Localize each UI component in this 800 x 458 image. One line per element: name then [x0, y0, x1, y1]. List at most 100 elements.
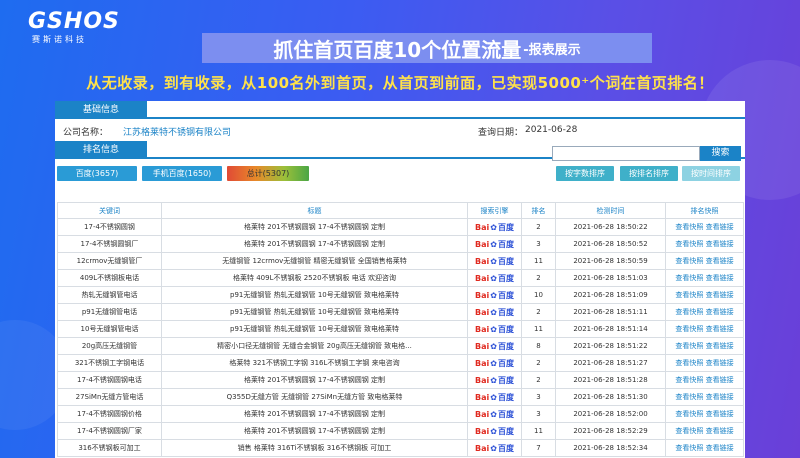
view-snapshot-link[interactable]: 查看快照: [675, 291, 703, 299]
rank-cell: 11: [521, 422, 556, 440]
header-snapshot[interactable]: 排名快照: [665, 202, 744, 219]
view-link-link[interactable]: 查看链接: [706, 223, 734, 231]
title-cell: 格莱特 201不锈钢圆钢 17-4不锈钢圆钢 定制: [161, 371, 468, 389]
time-cell: 2021-06-28 18:51:14: [555, 320, 666, 338]
view-link-link[interactable]: 查看链接: [706, 410, 734, 418]
view-link-link[interactable]: 查看链接: [706, 325, 734, 333]
header-rank[interactable]: 排名: [521, 202, 556, 219]
view-link-link[interactable]: 查看链接: [706, 427, 734, 435]
title-banner: 抓住首页百度10个位置流量 -报表展示: [202, 33, 652, 63]
snapshot-cell: 查看快照 查看链接: [665, 269, 744, 287]
table-row: 321不锈钢工字钢电话 格莱特 321不锈钢工字钢 316L不锈钢工字钢 来电咨询…: [57, 354, 744, 372]
baidu-logo-icon: Bai ✿ 百度: [475, 256, 514, 266]
view-snapshot-link[interactable]: 查看快照: [675, 393, 703, 401]
banner-subtitle: -报表展示: [523, 42, 581, 58]
view-snapshot-link[interactable]: 查看快照: [675, 308, 703, 316]
table-row: 10号无缝钢管电话 p91无缝钢管 热轧无缝钢管 10号无缝钢管 致电格莱特 Bai…: [57, 320, 744, 338]
engine-cell: Bai ✿ 百度: [467, 269, 522, 287]
view-link-link[interactable]: 查看链接: [706, 444, 734, 452]
keyword-cell: 316不锈钢板可加工: [57, 439, 162, 457]
banner-title: 抓住首页百度10个位置流量: [273, 37, 522, 62]
keyword-cell: 17-4不锈钢圆钢价格: [57, 405, 162, 423]
view-snapshot-link[interactable]: 查看快照: [675, 359, 703, 367]
engine-cell: Bai ✿ 百度: [467, 218, 522, 236]
time-cell: 2021-06-28 18:52:29: [555, 422, 666, 440]
header-engine[interactable]: 搜索引擎: [467, 202, 522, 219]
title-cell: Q355D无缝方管 无缝钢管 27SiMn无缝方管 致电格莱特: [161, 388, 468, 406]
rank-cell: 3: [521, 388, 556, 406]
baidu-logo-icon: Bai ✿ 百度: [475, 358, 514, 368]
basic-info-tab: 基础信息: [55, 101, 147, 119]
total-filter-button[interactable]: 总计(5307): [227, 166, 309, 181]
engine-cell: Bai ✿ 百度: [467, 286, 522, 304]
view-link-link[interactable]: 查看链接: [706, 376, 734, 384]
table-row: 17-4不锈钢圆钢 格莱特 201不锈钢圆钢 17-4不锈钢圆钢 定制 Bai ✿ 百度…: [57, 218, 744, 236]
rank-cell: 3: [521, 405, 556, 423]
time-cell: 2021-06-28 18:52:34: [555, 439, 666, 457]
baidu-logo-icon: Bai ✿ 百度: [475, 409, 514, 419]
sort-by-time-button[interactable]: 按时间排序: [682, 166, 740, 181]
snapshot-cell: 查看快照 查看链接: [665, 320, 744, 338]
header-title[interactable]: 标题: [161, 202, 468, 219]
baidu-filter-button[interactable]: 百度(3657): [57, 166, 137, 181]
view-link-link[interactable]: 查看链接: [706, 359, 734, 367]
view-link-link[interactable]: 查看链接: [706, 342, 734, 350]
table-row: 20g高压无缝钢管 精密小口径无缝钢管 无缝合金钢管 20g高压无缝钢管 致电格.…: [57, 337, 744, 355]
mobile-baidu-filter-button[interactable]: 手机百度(1650): [142, 166, 222, 181]
header-time[interactable]: 检测时间: [555, 202, 666, 219]
view-snapshot-link[interactable]: 查看快照: [675, 376, 703, 384]
engine-cell: Bai ✿ 百度: [467, 439, 522, 457]
view-snapshot-link[interactable]: 查看快照: [675, 410, 703, 418]
basic-info-row: 公司名称： 江苏格莱特不锈钢有限公司 查询日期： 2021-06-28: [55, 119, 745, 141]
snapshot-cell: 查看快照 查看链接: [665, 371, 744, 389]
baidu-logo-icon: Bai ✿ 百度: [475, 426, 514, 436]
time-cell: 2021-06-28 18:50:59: [555, 252, 666, 270]
view-snapshot-link[interactable]: 查看快照: [675, 274, 703, 282]
view-snapshot-link[interactable]: 查看快照: [675, 427, 703, 435]
engine-cell: Bai ✿ 百度: [467, 388, 522, 406]
view-link-link[interactable]: 查看链接: [706, 274, 734, 282]
table-row: 316不锈钢板可加工 销售 格莱特 316Ti不锈钢板 316不锈钢板 可加工 Ba…: [57, 439, 744, 457]
title-cell: p91无缝钢管 热轧无缝钢管 10号无缝钢管 致电格莱特: [161, 303, 468, 321]
engine-cell: Bai ✿ 百度: [467, 371, 522, 389]
snapshot-cell: 查看快照 查看链接: [665, 405, 744, 423]
baidu-logo-icon: Bai ✿ 百度: [475, 443, 514, 453]
engine-cell: Bai ✿ 百度: [467, 320, 522, 338]
title-cell: 精密小口径无缝钢管 无缝合金钢管 20g高压无缝钢管 致电格...: [161, 337, 468, 355]
time-cell: 2021-06-28 18:51:03: [555, 269, 666, 287]
view-link-link[interactable]: 查看链接: [706, 308, 734, 316]
rank-cell: 2: [521, 269, 556, 287]
logo: GSHOS 赛斯诺科技: [28, 9, 120, 46]
view-snapshot-link[interactable]: 查看快照: [675, 342, 703, 350]
view-link-link[interactable]: 查看链接: [706, 257, 734, 265]
table-body: 17-4不锈钢圆钢 格莱特 201不锈钢圆钢 17-4不锈钢圆钢 定制 Bai ✿ 百度…: [57, 218, 744, 457]
snapshot-cell: 查看快照 查看链接: [665, 388, 744, 406]
time-cell: 2021-06-28 18:52:00: [555, 405, 666, 423]
logo-subtext: 赛斯诺科技: [32, 35, 87, 44]
header-keyword[interactable]: 关键词: [57, 202, 162, 219]
sort-by-rank-button[interactable]: 按排名排序: [620, 166, 678, 181]
title-cell: p91无缝钢管 热轧无缝钢管 10号无缝钢管 致电格莱特: [161, 286, 468, 304]
rank-cell: 2: [521, 354, 556, 372]
keyword-cell: 409L不锈钢板电话: [57, 269, 162, 287]
engine-cell: Bai ✿ 百度: [467, 337, 522, 355]
sort-by-keyword-button[interactable]: 按字数排序: [556, 166, 614, 181]
query-date-label: 查询日期：: [478, 128, 524, 138]
view-snapshot-link[interactable]: 查看快照: [675, 223, 703, 231]
time-cell: 2021-06-28 18:51:30: [555, 388, 666, 406]
view-snapshot-link[interactable]: 查看快照: [675, 240, 703, 248]
time-cell: 2021-06-28 18:50:22: [555, 218, 666, 236]
view-link-link[interactable]: 查看链接: [706, 393, 734, 401]
keyword-cell: p91无缝钢管电话: [57, 303, 162, 321]
view-snapshot-link[interactable]: 查看快照: [675, 325, 703, 333]
view-link-link[interactable]: 查看链接: [706, 291, 734, 299]
view-snapshot-link[interactable]: 查看快照: [675, 257, 703, 265]
keyword-cell: 27SiMn无缝方管电话: [57, 388, 162, 406]
slogan: 从无收录，到有收录，从100名外到首页，从首页到前面，已实现5000⁺个词在首页…: [86, 74, 714, 92]
view-snapshot-link[interactable]: 查看快照: [675, 444, 703, 452]
view-link-link[interactable]: 查看链接: [706, 240, 734, 248]
logo-text: GSHOS: [28, 9, 120, 34]
snapshot-cell: 查看快照 查看链接: [665, 235, 744, 253]
keyword-cell: 17-4不锈钢圆钢厂家: [57, 422, 162, 440]
filter-row: 百度(3657) 手机百度(1650) 总计(5307) 按字数排序 按排名排序…: [55, 159, 745, 189]
